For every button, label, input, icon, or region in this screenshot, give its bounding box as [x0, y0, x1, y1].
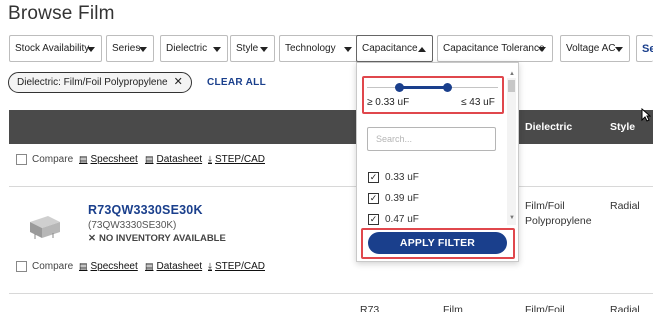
specsheet-link[interactable]: ▤ Specsheet — [79, 154, 138, 165]
compare-label: Compare — [32, 261, 74, 272]
filter-label: Stock Availability — [15, 43, 90, 54]
filter-technology[interactable]: Technology — [279, 35, 359, 62]
filter-label: Style — [236, 43, 259, 54]
option-label: 0.33 uF — [385, 172, 419, 183]
capacitance-option[interactable]: ✓ 0.39 uF — [368, 193, 419, 204]
dielectric-cell: Film/Foil Polypropylene — [525, 200, 592, 227]
dropdown-scrollbar[interactable] — [507, 78, 516, 225]
row-divider — [9, 293, 653, 294]
range-slider-fill — [399, 86, 447, 89]
chip-label: Dielectric: Film/Foil Polypropylene — [17, 77, 168, 88]
filter-search-truncated[interactable]: Se — [636, 35, 653, 62]
datasheet-link[interactable]: ▤ Datasheet — [145, 261, 202, 272]
mouse-cursor-icon — [641, 108, 651, 122]
capacitance-option[interactable]: ✓ 0.33 uF — [368, 172, 419, 183]
compare-checkbox[interactable]: Compare — [16, 261, 73, 272]
scroll-down-icon[interactable]: ▼ — [509, 215, 515, 221]
column-header-style[interactable]: Style — [610, 121, 635, 133]
link-label: Specsheet — [90, 261, 138, 272]
type-cell-partial: Film — [443, 304, 463, 312]
filter-stock-availability[interactable]: Stock Availability — [9, 35, 102, 62]
range-highlight-box — [362, 76, 504, 114]
filter-voltage-ac[interactable]: Voltage AC — [560, 35, 630, 62]
stepcad-link[interactable]: ⤓ STEP/CAD — [208, 261, 265, 272]
capacitor-thumbnail[interactable] — [26, 212, 62, 240]
document-icon: ▤ — [145, 154, 154, 164]
filter-label: Technology — [285, 43, 336, 54]
filter-label: Capacitance Tolerance — [443, 43, 545, 54]
capacitance-search-input[interactable] — [367, 127, 496, 151]
filter-label: Dielectric — [166, 43, 208, 54]
chevron-down-icon — [615, 47, 623, 52]
chevron-down-icon — [344, 47, 352, 52]
row-divider — [9, 186, 653, 187]
checkbox-checked-icon[interactable]: ✓ — [368, 214, 379, 225]
page-title: Browse Film — [8, 3, 115, 24]
part-number-link[interactable]: R73QW3330SE30K — [88, 203, 203, 217]
chevron-down-icon — [538, 47, 546, 52]
filter-series[interactable]: Series — [106, 35, 154, 62]
compare-label: Compare — [32, 154, 74, 165]
scroll-up-icon[interactable]: ▲ — [509, 71, 515, 77]
filter-dielectric[interactable]: Dielectric — [160, 35, 228, 62]
datasheet-link[interactable]: ▤ Datasheet — [145, 154, 202, 165]
column-header-dielectric[interactable]: Dielectric — [525, 121, 572, 133]
download-icon: ⤓ — [208, 261, 212, 271]
range-min-label: ≥ 0.33 uF — [367, 97, 410, 108]
option-label: 0.39 uF — [385, 193, 419, 204]
document-icon: ▤ — [79, 261, 88, 271]
dielectric-cell-partial: Film/Foil — [525, 304, 565, 312]
checkbox-checked-icon[interactable]: ✓ — [368, 193, 379, 204]
specsheet-link[interactable]: ▤ Specsheet — [79, 261, 138, 272]
chevron-down-icon — [87, 47, 95, 52]
filter-label: Series — [112, 43, 141, 54]
link-label: STEP/CAD — [214, 261, 265, 272]
link-label: Datasheet — [156, 154, 203, 165]
checkbox[interactable] — [16, 261, 27, 272]
style-cell-partial: Radial — [610, 304, 640, 312]
checkbox[interactable] — [16, 154, 27, 165]
checkbox-checked-icon[interactable]: ✓ — [368, 172, 379, 183]
part-cell-partial: R73 — [360, 304, 380, 312]
range-slider-min-handle[interactable] — [395, 83, 404, 92]
document-icon: ▤ — [145, 261, 154, 271]
chevron-down-icon — [139, 47, 147, 52]
style-cell: Radial — [610, 200, 640, 212]
clear-all-link[interactable]: CLEAR ALL — [207, 77, 266, 88]
range-max-label: ≤ 43 uF — [461, 97, 495, 108]
chevron-down-icon — [213, 47, 221, 52]
link-label: STEP/CAD — [214, 154, 265, 165]
active-filter-chip[interactable]: Dielectric: Film/Foil Polypropylene ✕ — [8, 72, 192, 93]
link-label: Specsheet — [90, 154, 138, 165]
filter-capacitance-tolerance[interactable]: Capacitance Tolerance — [437, 35, 553, 62]
compare-checkbox[interactable]: Compare — [16, 154, 73, 165]
chevron-up-icon — [418, 47, 426, 52]
inventory-status: ✕ NO INVENTORY AVAILABLE — [88, 233, 226, 244]
apply-filter-button[interactable]: APPLY FILTER — [368, 232, 507, 254]
part-sub-number: (73QW3330SE30K) — [88, 220, 177, 231]
close-icon[interactable]: ✕ — [174, 77, 183, 88]
filter-label: Se — [642, 42, 653, 55]
link-label: Datasheet — [156, 261, 203, 272]
filter-style[interactable]: Style — [230, 35, 275, 62]
capacitance-option[interactable]: ✓ 0.47 uF — [368, 214, 419, 225]
filter-label: Capacitance — [362, 43, 418, 54]
x-icon: ✕ — [88, 233, 96, 244]
scrollbar-thumb[interactable] — [508, 80, 515, 92]
option-label: 0.47 uF — [385, 214, 419, 225]
download-icon: ⤓ — [208, 154, 212, 164]
filter-label: Voltage AC — [566, 43, 616, 54]
chevron-down-icon — [260, 47, 268, 52]
filter-capacitance[interactable]: Capacitance — [356, 35, 433, 62]
stepcad-link[interactable]: ⤓ STEP/CAD — [208, 154, 265, 165]
range-slider-max-handle[interactable] — [443, 83, 452, 92]
document-icon: ▤ — [79, 154, 88, 164]
inventory-label: NO INVENTORY AVAILABLE — [98, 233, 226, 244]
